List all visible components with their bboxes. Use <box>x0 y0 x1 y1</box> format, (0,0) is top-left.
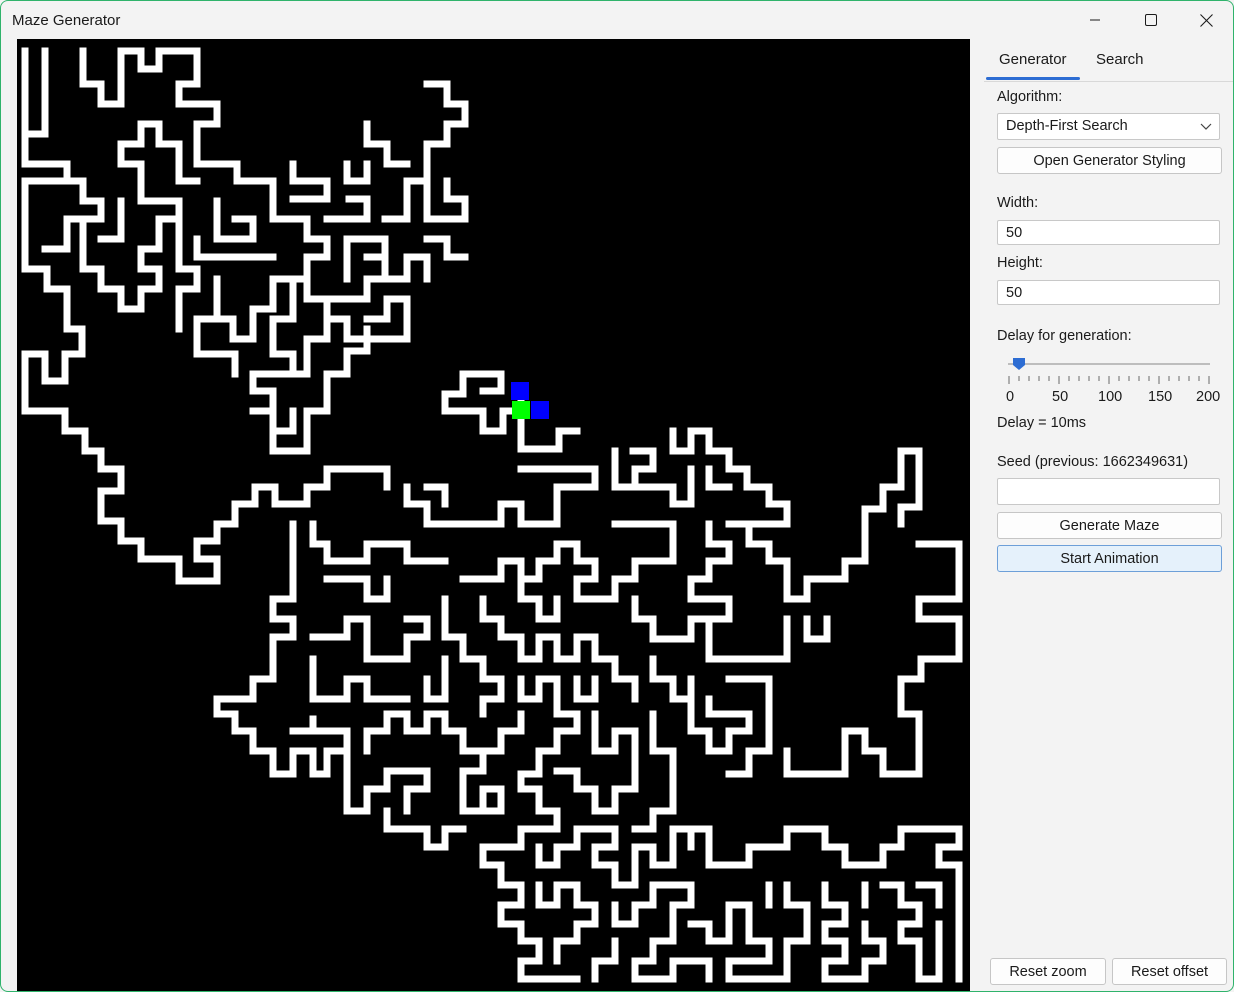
maze-path <box>323 575 391 603</box>
tab-search[interactable]: Search <box>1096 51 1144 68</box>
selected-tab-indicator <box>986 77 1080 80</box>
reset-zoom-button[interactable]: Reset zoom <box>990 958 1106 985</box>
maze-path <box>309 615 431 663</box>
start-animation-button[interactable]: Start Animation <box>997 545 1222 572</box>
tab-bar: Generator Search <box>984 39 1233 82</box>
maze-path <box>631 710 677 833</box>
maze-path <box>517 520 677 603</box>
width-input[interactable]: 50 <box>997 220 1220 245</box>
tab-generator[interactable]: Generator <box>999 51 1067 68</box>
tick-label-0: 0 <box>1006 389 1015 405</box>
maze-path <box>323 195 371 223</box>
maze-path <box>363 710 525 755</box>
maze-path <box>611 447 657 491</box>
reset-offset-button[interactable]: Reset offset <box>1112 958 1227 985</box>
height-input[interactable]: 50 <box>997 280 1220 305</box>
maze-path <box>193 275 239 378</box>
generate-maze-button[interactable]: Generate Maze <box>997 512 1222 539</box>
maze-path <box>631 465 695 508</box>
maze-path <box>611 881 713 983</box>
maze-path <box>649 655 695 703</box>
tick-label-150: 150 <box>1148 389 1173 405</box>
tick-label-50: 50 <box>1052 389 1069 405</box>
open-generator-styling-label: Open Generator Styling <box>1033 152 1186 169</box>
maze-path <box>273 407 297 435</box>
maze-path <box>383 807 467 851</box>
minimize-icon <box>1090 19 1100 21</box>
maze-path <box>403 465 599 528</box>
maze-drawing <box>21 47 963 983</box>
maze-path <box>423 235 469 261</box>
delay-slider-track[interactable] <box>1008 363 1210 365</box>
reset-zoom-label: Reset zoom <box>1009 963 1087 980</box>
seed-input[interactable] <box>997 478 1220 505</box>
tick-label-100: 100 <box>1098 389 1123 405</box>
delay-slider-ticks <box>1008 376 1210 384</box>
generate-maze-label: Generate Maze <box>1059 517 1160 534</box>
maze-path <box>289 160 331 203</box>
maze-path <box>459 557 561 623</box>
settings-panel: Generator Search Algorithm: Depth-First … <box>984 39 1233 991</box>
delay-slider-thumb[interactable] <box>1012 357 1026 371</box>
maze-path <box>459 747 505 815</box>
algorithm-select[interactable]: Depth-First Search <box>997 113 1220 140</box>
maze-path <box>535 825 695 889</box>
current-cell <box>512 401 530 419</box>
algorithm-label: Algorithm: <box>997 89 1063 105</box>
maze-path <box>363 120 411 168</box>
maze-path <box>343 160 371 185</box>
maze-path <box>343 235 389 261</box>
maze-canvas[interactable] <box>17 39 970 991</box>
frontier-cell <box>531 401 549 419</box>
close-icon <box>1199 13 1213 27</box>
delay-readout: Delay = 10ms <box>997 415 1087 431</box>
maze-path <box>343 747 431 815</box>
maze-path <box>803 615 831 643</box>
start-animation-label: Start Animation <box>1060 550 1159 567</box>
delay-label: Delay for generation: <box>997 328 1132 344</box>
maze-path <box>479 675 581 983</box>
tick-label-200: 200 <box>1196 389 1221 405</box>
reset-offset-label: Reset offset <box>1130 963 1209 980</box>
maze-path <box>423 655 449 703</box>
maze-path <box>21 47 49 138</box>
width-value: 50 <box>1006 225 1023 241</box>
window-title: Maze Generator <box>12 12 121 29</box>
maze-path <box>535 881 599 965</box>
maze-path <box>821 881 887 983</box>
height-value: 50 <box>1006 285 1023 301</box>
open-generator-styling-button[interactable]: Open Generator Styling <box>997 147 1222 174</box>
app-window: Maze Generator Generator Search Algorith… <box>0 0 1234 992</box>
maze-path <box>591 937 619 983</box>
maze-path <box>423 177 469 223</box>
maze-path <box>705 615 791 663</box>
width-label: Width: <box>997 195 1039 211</box>
maze-path <box>41 177 105 253</box>
seed-label: Seed (previous: 1662349631) <box>997 454 1189 470</box>
maze-path <box>631 520 733 643</box>
maze-path <box>459 370 505 395</box>
maze-path <box>309 655 411 703</box>
maze-path <box>323 253 431 303</box>
maze-path <box>309 520 449 565</box>
close-button[interactable] <box>1178 1 1233 39</box>
maze-path <box>879 881 943 983</box>
maximize-icon <box>1145 14 1157 26</box>
title-bar[interactable]: Maze Generator <box>1 1 1233 39</box>
maximize-button[interactable] <box>1123 1 1179 39</box>
maze-path <box>687 675 753 755</box>
algorithm-value: Depth-First Search <box>1006 118 1128 134</box>
maze-path <box>213 197 257 243</box>
frontier-cell <box>511 382 529 400</box>
minimize-button[interactable] <box>1067 1 1123 39</box>
height-label: Height: <box>997 255 1043 271</box>
chevron-down-icon <box>1200 123 1212 130</box>
maze-path <box>573 675 599 703</box>
